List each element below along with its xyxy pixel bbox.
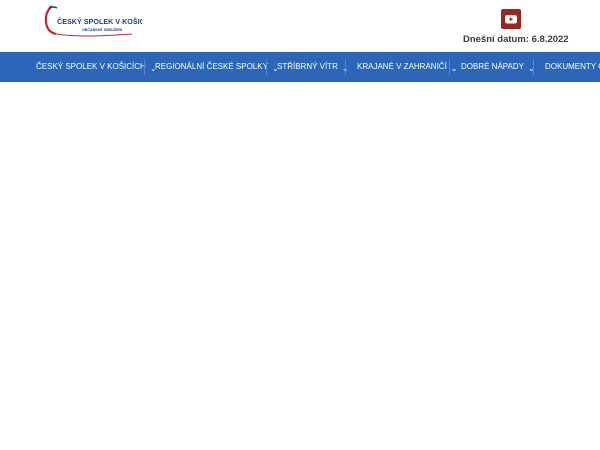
youtube-icon	[505, 15, 517, 24]
nav-item-label: REGIONÁLNÍ ČESKÉ SPOLKY	[155, 62, 268, 71]
site-header: ČESKÝ SPOLEK V KOŠICÍCH OBČANSKÉ SDRUŽEN…	[0, 0, 600, 52]
nav-item-label: STŘÍBRNÝ VÍTR	[277, 62, 338, 71]
nav-divider	[533, 59, 534, 75]
nav-item-cesky-spolek[interactable]: ČESKÝ SPOLEK V KOŠICÍCH ⌄	[36, 52, 157, 82]
nav-item-label: ČESKÝ SPOLEK V KOŠICÍCH	[36, 62, 146, 71]
nav-divider	[449, 59, 450, 75]
nav-item-regionalni-spolky[interactable]: REGIONÁLNÍ ČESKÉ SPOLKY ⌄	[155, 52, 279, 82]
nav-item-krajane[interactable]: KRAJANÉ V ZAHRANIČÍ ⌄	[357, 52, 458, 82]
nav-divider	[266, 59, 267, 75]
nav-item-label: DOBRÉ NÁPADY	[461, 62, 524, 71]
nav-item-label: KRAJANÉ V ZAHRANIČÍ	[357, 62, 447, 71]
nav-item-dokumenty[interactable]: DOKUMENTY ČS	[545, 52, 600, 82]
nav-item-stribrny-vitr[interactable]: STŘÍBRNÝ VÍTR⌄	[277, 52, 349, 82]
logo-graphic: ČESKÝ SPOLEK V KOŠICÍCH OBČANSKÉ SDRUŽEN…	[44, 5, 142, 37]
logo-subtitle: OBČANSKÉ SDRUŽENÍ	[82, 27, 123, 32]
nav-item-label: DOKUMENTY ČS	[545, 62, 600, 71]
nav-item-dobre-napady[interactable]: DOBRÉ NÁPADY ⌄	[461, 52, 535, 82]
site-logo[interactable]: ČESKÝ SPOLEK V KOŠICÍCH OBČANSKÉ SDRUŽEN…	[42, 4, 142, 38]
current-date: Dnešní datum: 6.8.2022	[463, 34, 569, 45]
nav-divider	[144, 59, 145, 75]
nav-divider	[345, 59, 346, 75]
page: ČESKÝ SPOLEK V KOŠICÍCH OBČANSKÉ SDRUŽEN…	[0, 0, 600, 450]
chevron-down-icon: ⌄	[450, 64, 458, 73]
logo-title: ČESKÝ SPOLEK V KOŠICÍCH	[57, 17, 142, 26]
youtube-button[interactable]	[501, 9, 521, 29]
main-navigation: ČESKÝ SPOLEK V KOŠICÍCH ⌄ REGIONÁLNÍ ČESK…	[0, 52, 600, 82]
